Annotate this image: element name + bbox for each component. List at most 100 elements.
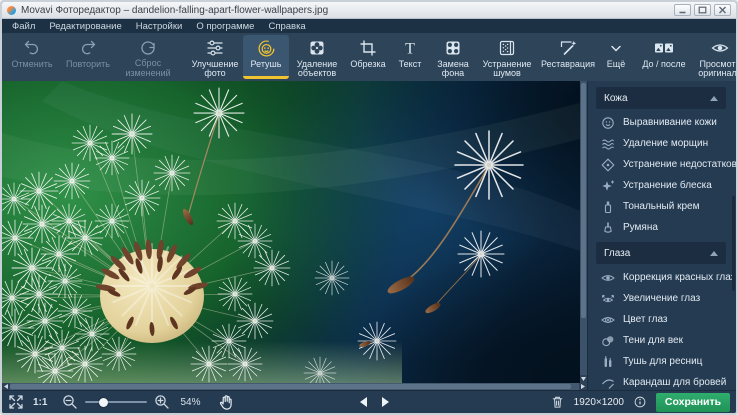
tool-noise-removal[interactable]: Устранение шумов (477, 35, 537, 79)
app-window: Movavi Фоторедактор – dandelion-falling-… (0, 0, 738, 415)
tool-more[interactable]: Ещё (599, 35, 633, 79)
before-after-button[interactable]: До / после (637, 35, 691, 79)
save-button[interactable]: Сохранить (656, 393, 730, 412)
horizontal-scroll-thumb[interactable] (10, 384, 571, 389)
zoom-out-button[interactable] (62, 394, 78, 410)
menu-item-edit[interactable]: Редактирование (42, 21, 128, 32)
trash-icon (550, 394, 565, 410)
minimize-button[interactable] (674, 4, 691, 16)
resolution-value: 1920×1200 (574, 397, 624, 408)
sidebar-item-label: Удаление морщин (623, 138, 708, 149)
maximize-icon (699, 7, 706, 13)
hand-tool-button[interactable] (218, 394, 235, 411)
scroll-down-button[interactable] (580, 375, 587, 383)
tool-retouch[interactable]: Ретушь (243, 35, 289, 79)
sidebar-item-eyebrow-pencil[interactable]: Карандаш для бровей (588, 372, 736, 390)
view-original-button[interactable]: Просмотр оригинала (691, 35, 738, 79)
menu-item-help[interactable]: Справка (261, 21, 312, 32)
eyebrow-pencil-icon (601, 376, 615, 390)
tool-label: Ещё (607, 60, 625, 70)
actual-size-button[interactable]: 1:1 (33, 397, 47, 408)
redo-button[interactable]: Повторить (59, 35, 117, 79)
scroll-left-icon (4, 384, 8, 389)
canvas-horizontal-scrollbar[interactable] (2, 383, 587, 390)
zoom-level-value: 54% (180, 397, 200, 408)
sidebar-scroll-thumb[interactable] (732, 196, 735, 291)
eye-icon (711, 38, 729, 58)
maximize-button[interactable] (694, 4, 711, 16)
skin-smoothing-icon (601, 116, 615, 130)
section-header-eyes[interactable]: Глаза (596, 242, 726, 264)
sidebar-item-eye-color[interactable]: Цвет глаз (588, 309, 736, 330)
status-bar-right: 1920×1200 Сохранить (550, 393, 730, 412)
tool-label: Текст (399, 60, 422, 70)
sidebar-item-wrinkle-removal[interactable]: Удаление морщин (588, 133, 736, 154)
scroll-right-icon (581, 384, 585, 389)
undo-button[interactable]: Отменить (5, 35, 59, 79)
image-canvas[interactable] (2, 81, 587, 390)
undo-icon (23, 38, 41, 58)
tool-text[interactable]: T Текст (391, 35, 429, 79)
sidebar-item-eyeshadow[interactable]: Тени для век (588, 330, 736, 351)
view-original-label: Просмотр оригинала (691, 60, 738, 79)
restoration-wand-icon (559, 38, 578, 58)
canvas-vertical-scrollbar[interactable] (580, 81, 587, 383)
eye-enlarge-icon (601, 292, 615, 306)
scroll-right-button[interactable] (579, 383, 587, 390)
vertical-scroll-thumb[interactable] (581, 83, 586, 318)
reset-changes-button[interactable]: Сброс изменений (117, 35, 179, 79)
sidebar-item-label: Выравнивание кожи (623, 117, 717, 128)
previous-image-button[interactable] (358, 396, 368, 408)
chevron-down-icon (609, 38, 623, 58)
next-image-button[interactable] (381, 396, 391, 408)
tool-restoration[interactable]: Реставрация (537, 35, 599, 79)
info-icon[interactable] (633, 395, 647, 409)
red-eye-icon (601, 271, 615, 285)
status-bar: 1:1 54% 1920×1200 Сохранить (2, 390, 736, 413)
tool-photo-enhance[interactable]: Улучшение фото (187, 35, 243, 79)
fit-to-screen-button[interactable] (8, 394, 24, 410)
text-icon: T (401, 38, 419, 58)
sliders-icon (206, 38, 224, 58)
sidebar-item-red-eye-correction[interactable]: Коррекция красных глаз (588, 267, 736, 288)
toolbar: Отменить Повторить Сброс изменений Улучш… (2, 33, 736, 81)
svg-text:T: T (405, 41, 415, 58)
menu-item-file[interactable]: Файл (5, 21, 42, 32)
close-icon (720, 7, 726, 13)
menu-item-about[interactable]: О программе (189, 21, 261, 32)
tool-object-removal[interactable]: Удаление объектов (289, 35, 345, 79)
window-title: Movavi Фоторедактор – dandelion-falling-… (21, 5, 328, 16)
delete-image-button[interactable] (550, 394, 565, 410)
sidebar-item-shine-removal[interactable]: Устранение блеска (588, 175, 736, 196)
background-removal-icon (444, 38, 462, 58)
wrinkle-removal-icon (601, 137, 615, 151)
mascara-icon (601, 355, 615, 369)
zoom-slider-track (85, 401, 147, 403)
scroll-left-button[interactable] (2, 383, 10, 390)
undo-label: Отменить (11, 60, 52, 70)
tool-background-removal[interactable]: Замена фона (429, 35, 477, 79)
menu-item-settings[interactable]: Настройки (129, 21, 190, 32)
redo-label: Повторить (66, 60, 110, 70)
before-after-label: До / после (642, 60, 685, 70)
zoom-slider[interactable] (85, 396, 147, 408)
sidebar-item-eye-enlargement[interactable]: Увеличение глаз (588, 288, 736, 309)
sidebar-item-blush[interactable]: Румяна (588, 217, 736, 238)
eyeshadow-icon (601, 334, 615, 348)
zoom-slider-knob[interactable] (99, 398, 108, 407)
section-header-skin[interactable]: Кожа (596, 87, 726, 109)
tool-label: Замена фона (429, 60, 477, 79)
close-button[interactable] (714, 4, 731, 16)
sidebar-item-skin-smoothing[interactable]: Выравнивание кожи (588, 112, 736, 133)
movavi-logo-icon (7, 6, 16, 15)
tool-label: Реставрация (541, 60, 595, 70)
tool-crop[interactable]: Обрезка (345, 35, 391, 79)
menu-bar: Файл Редактирование Настройки О программ… (2, 19, 736, 33)
zoom-in-button[interactable] (154, 394, 170, 410)
sidebar-item-mascara[interactable]: Тушь для ресниц (588, 351, 736, 372)
sidebar-item-blemish-removal[interactable]: Устранение недостатков (588, 154, 736, 175)
tool-label: Обрезка (350, 60, 385, 70)
fit-screen-icon (8, 394, 24, 410)
previous-icon (360, 397, 367, 407)
sidebar-item-foundation[interactable]: Тональный крем (588, 196, 736, 217)
